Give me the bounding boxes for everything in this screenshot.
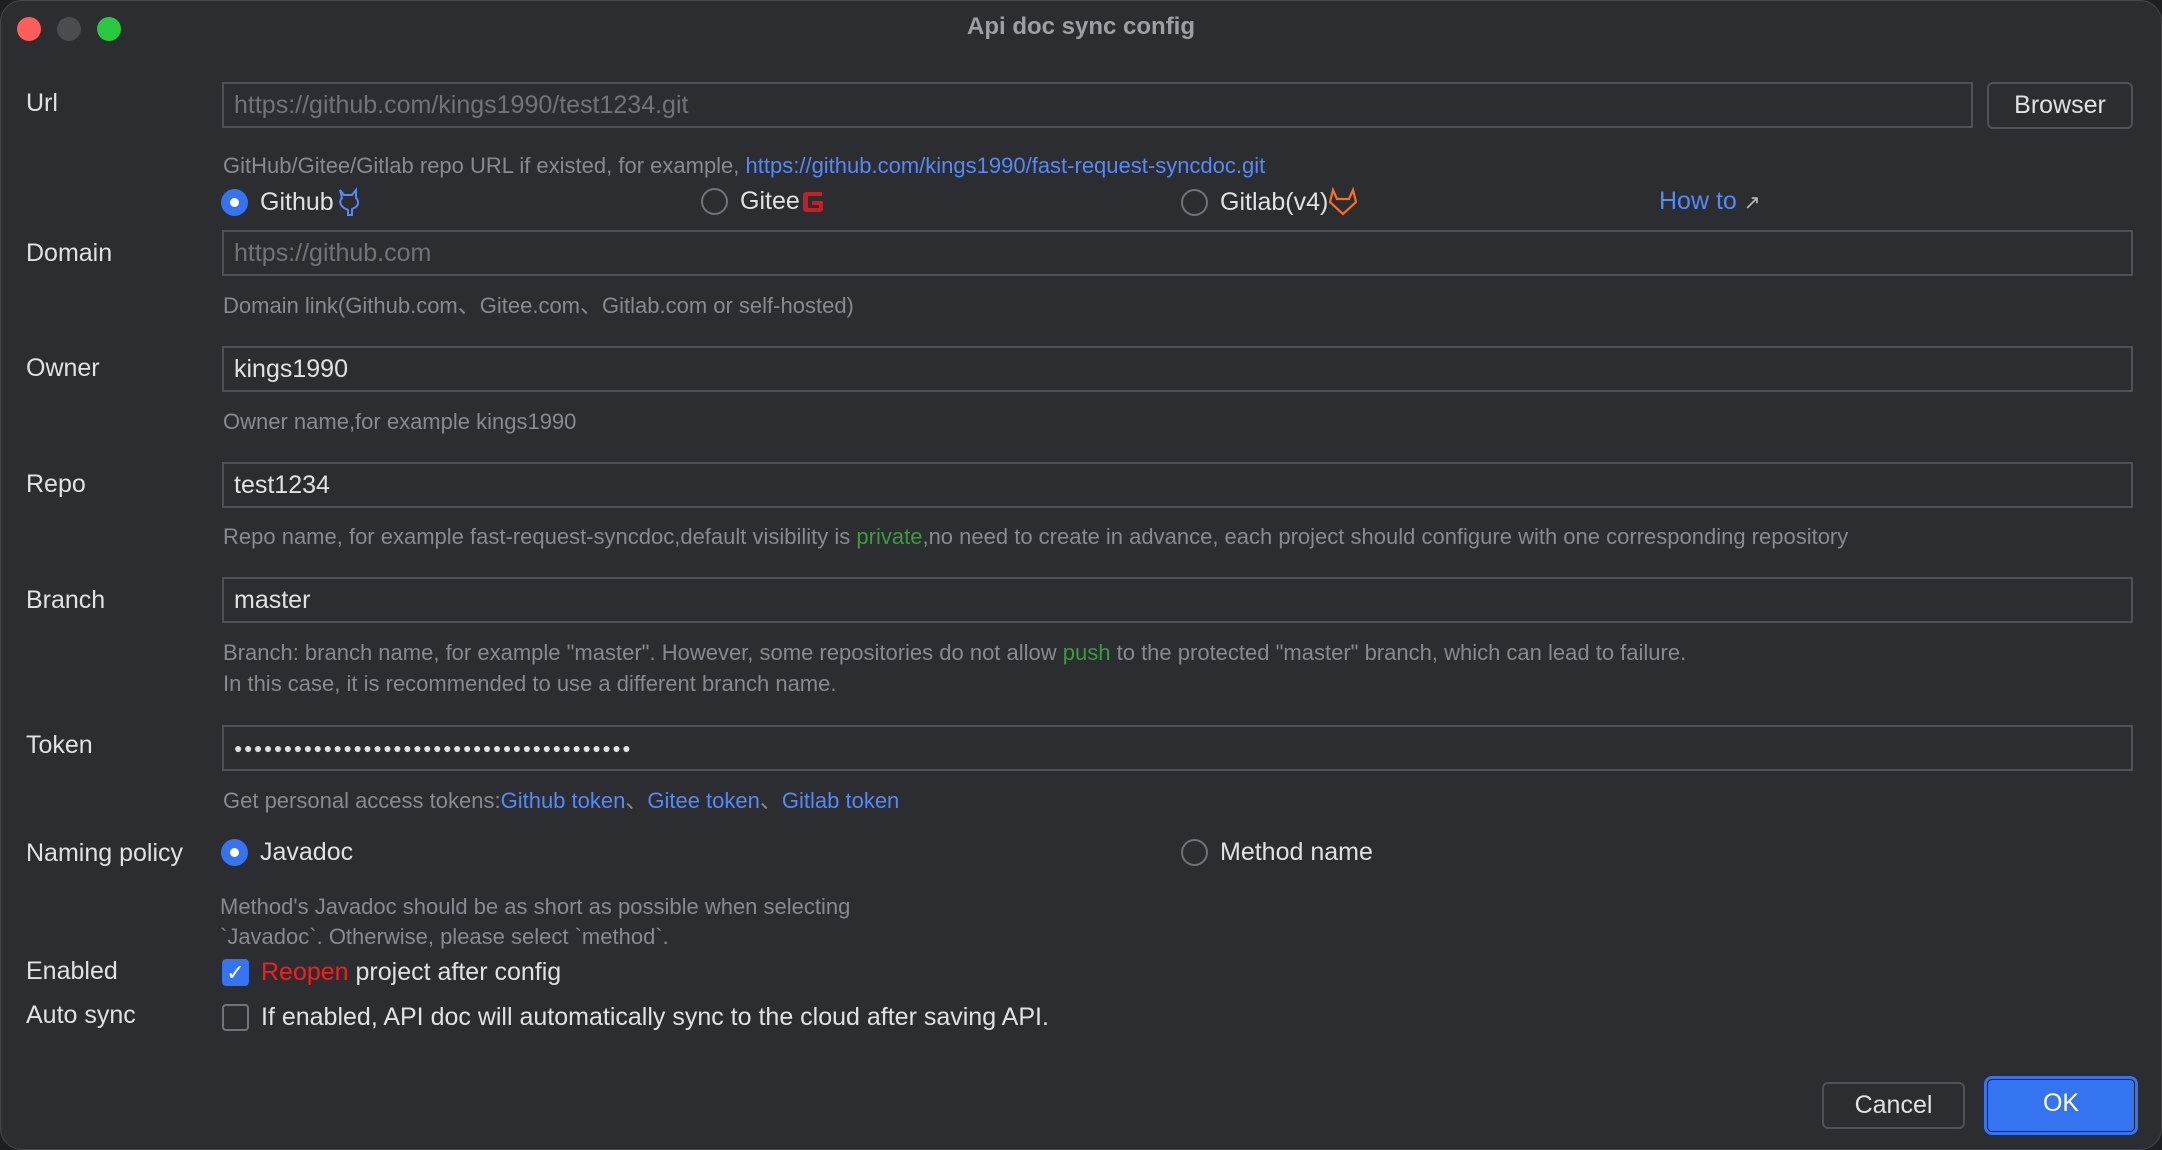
checkbox-empty-icon — [222, 1004, 249, 1031]
github-token-link[interactable]: Github token — [501, 788, 626, 813]
naming-hint-2: `Javadoc`. Otherwise, please select `met… — [220, 924, 669, 949]
naming-hint-1: Method's Javadoc should be as short as p… — [220, 894, 851, 919]
provider-github-radio[interactable]: Github — [221, 187, 362, 217]
radio-label: Gitee — [740, 187, 800, 215]
hint-highlight: private — [856, 524, 923, 549]
reopen-highlight: Reopen — [261, 958, 349, 986]
gitee-token-link[interactable]: Gitee token — [647, 788, 760, 813]
hint-text: Repo name, for example fast-request-sync… — [223, 524, 857, 549]
radio-label: Github — [260, 187, 334, 216]
ok-button[interactable]: OK — [1984, 1076, 2138, 1135]
enabled-label: Enabled — [26, 957, 118, 985]
radio-unselected-icon — [1181, 839, 1208, 866]
provider-gitee-radio[interactable]: Gitee — [701, 187, 826, 216]
auto-sync-label: Auto sync — [26, 1001, 136, 1029]
github-icon — [338, 187, 359, 216]
token-hint: Get personal access tokens:Github token、… — [223, 785, 899, 816]
browser-button[interactable]: Browser — [1987, 82, 2133, 129]
how-to-link[interactable]: How to ↗ — [1659, 187, 1761, 216]
radio-unselected-icon — [701, 188, 728, 215]
separator: 、 — [625, 788, 648, 813]
dialog-window: Api doc sync config Url https://github.c… — [0, 0, 2162, 1150]
owner-input[interactable]: kings1990 — [222, 346, 2133, 392]
hint-highlight: push — [1062, 640, 1111, 665]
provider-gitlab-radio[interactable]: Gitlab(v4) — [1181, 187, 1358, 217]
radio-unselected-icon — [1181, 188, 1208, 216]
cancel-button[interactable]: Cancel — [1822, 1082, 1965, 1129]
url-label: Url — [26, 89, 58, 117]
gitlab-icon — [1329, 187, 1358, 216]
naming-javadoc-radio[interactable]: Javadoc — [221, 838, 353, 867]
gitlab-token-link[interactable]: Gitlab token — [782, 788, 899, 813]
repo-input[interactable]: test1234 — [222, 462, 2133, 508]
repo-hint: Repo name, for example fast-request-sync… — [223, 521, 1848, 552]
hint-text: ,no need to create in advance, each proj… — [922, 524, 1849, 549]
token-input[interactable]: ●●●●●●●●●●●●●●●●●●●●●●●●●●●●●●●●●●●●●●●● — [222, 725, 2133, 771]
radio-selected-icon — [221, 188, 248, 216]
external-link-icon: ↗ — [1743, 192, 1761, 214]
naming-method-name-radio[interactable]: Method name — [1181, 838, 1373, 867]
token-label: Token — [26, 731, 93, 759]
url-hint: GitHub/Gitee/Gitlab repo URL if existed,… — [223, 153, 746, 178]
example-repo-link[interactable]: https://github.com/kings1990/fast-reques… — [746, 153, 1266, 178]
enabled-checkbox[interactable]: ✓ Reopen project after config — [222, 958, 561, 987]
auto-sync-checkbox[interactable]: If enabled, API doc will automatically s… — [222, 1003, 1049, 1032]
radio-label: Method name — [1220, 838, 1373, 866]
checkbox-label: project after config — [348, 958, 562, 986]
gitee-icon — [802, 191, 823, 212]
checkmark-icon: ✓ — [222, 959, 249, 986]
domain-input[interactable]: https://github.com — [222, 230, 2133, 276]
branch-hint: Branch: branch name, for example "master… — [223, 637, 1686, 668]
how-to-label: How to — [1659, 187, 1737, 215]
url-input[interactable]: https://github.com/kings1990/test1234.gi… — [222, 82, 1973, 128]
window-title: Api doc sync config — [966, 13, 1196, 40]
domain-hint: Domain link(Github.com、Gitee.com、Gitlab.… — [223, 293, 854, 318]
hint-text: Branch: branch name, for example "master… — [223, 640, 1063, 665]
owner-hint: Owner name,for example kings1990 — [223, 409, 577, 434]
separator: 、 — [759, 788, 782, 813]
radio-selected-icon — [221, 839, 248, 866]
owner-label: Owner — [26, 354, 100, 382]
hint-text: Get personal access tokens: — [223, 788, 501, 813]
naming-policy-label: Naming policy — [26, 839, 184, 867]
branch-input[interactable]: master — [222, 577, 2133, 623]
radio-label: Javadoc — [260, 838, 354, 866]
branch-hint-2: In this case, it is recommended to use a… — [223, 671, 837, 696]
domain-label: Domain — [26, 239, 113, 267]
radio-label: Gitlab(v4) — [1220, 187, 1329, 216]
repo-label: Repo — [26, 470, 86, 498]
branch-label: Branch — [26, 586, 106, 614]
checkbox-label: If enabled, API doc will automatically s… — [261, 1003, 1049, 1031]
hint-text: to the protected "master" branch, which … — [1110, 640, 1687, 665]
